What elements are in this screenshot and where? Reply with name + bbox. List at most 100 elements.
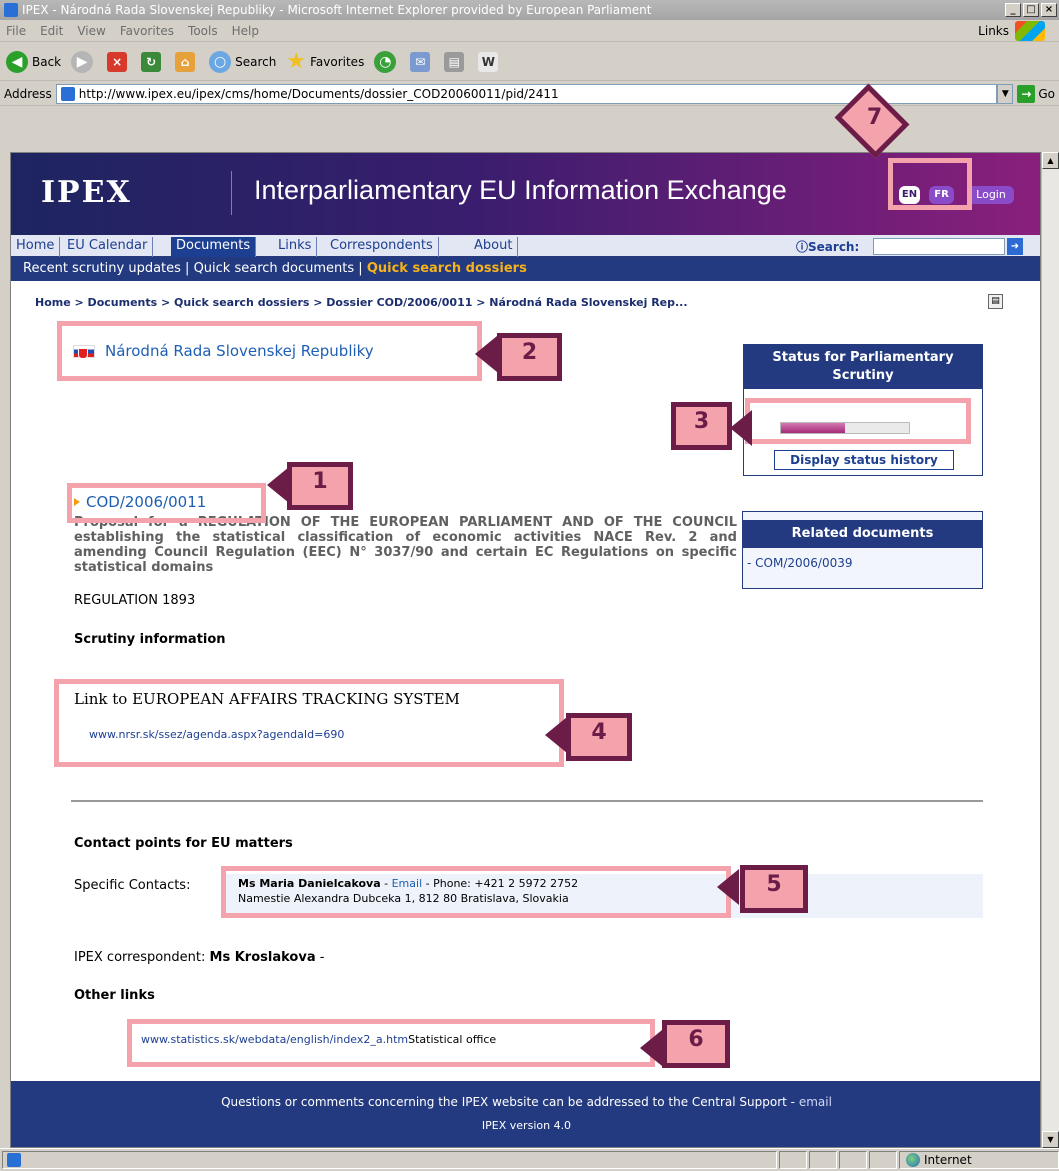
forward-button[interactable]: ▶: [71, 50, 97, 73]
mail-button[interactable]: ✉: [410, 51, 434, 72]
correspondent-name: Ms Kroslakova: [209, 950, 316, 965]
annotation-badge-6: 6: [662, 1020, 730, 1068]
breadcrumb[interactable]: Home > Documents > Quick search dossiers…: [35, 296, 688, 309]
footer-version: IPEX version 4.0: [481, 1119, 572, 1132]
magnifier-icon: ○: [209, 50, 232, 73]
status-cell: [779, 1151, 807, 1169]
vertical-scrollbar[interactable]: ▲ ▼: [1041, 152, 1059, 1148]
tab-correspondents[interactable]: Correspondents: [325, 237, 439, 257]
search-input[interactable]: [873, 238, 1005, 255]
tab-documents[interactable]: Documents: [171, 237, 257, 257]
annotation-badge-5: 5: [740, 865, 808, 913]
footer-email-link[interactable]: email: [799, 1095, 832, 1109]
favorites-button[interactable]: ★ Favorites: [286, 49, 364, 74]
globe-icon: [906, 1153, 920, 1167]
tab-about[interactable]: About: [469, 237, 519, 257]
ipex-header: IPEX Interparliamentary EU Information E…: [11, 153, 1040, 235]
sub-nav: Recent scrutiny updates | Quick search d…: [11, 257, 1040, 281]
security-zone: Internet: [899, 1151, 1059, 1169]
subnav-quick-search-documents[interactable]: Quick search documents: [194, 261, 355, 276]
status-cell: [839, 1151, 867, 1169]
tab-eu-calendar[interactable]: EU Calendar: [62, 237, 154, 257]
subnav-quick-search-dossiers[interactable]: Quick search dossiers: [367, 261, 527, 276]
footer-text: Questions or comments concerning the IPE…: [221, 1095, 799, 1109]
address-dropdown[interactable]: ▼: [997, 83, 1014, 104]
edit-button[interactable]: W: [478, 51, 502, 72]
home-button[interactable]: ⌂: [175, 51, 199, 72]
related-documents-title: Related documents: [743, 520, 982, 548]
menu-edit[interactable]: Edit: [40, 24, 63, 38]
annotation-highlight-4: [54, 679, 564, 767]
mail-icon: ✉: [410, 51, 431, 72]
annotation-badge-4: 4: [566, 713, 632, 761]
related-document-link[interactable]: - COM/2006/0039: [743, 548, 982, 570]
header-divider: [231, 171, 232, 215]
refresh-button[interactable]: ↻: [141, 51, 165, 72]
specific-contacts-label: Specific Contacts:: [74, 878, 191, 893]
print-button[interactable]: ▤: [444, 51, 468, 72]
menu-file[interactable]: File: [6, 24, 26, 38]
annotation-highlight-6: [127, 1019, 655, 1067]
display-status-history-button[interactable]: Display status history: [774, 450, 954, 470]
menu-tools[interactable]: Tools: [188, 24, 218, 38]
address-label: Address: [4, 86, 52, 101]
go-button[interactable]: → Go: [1017, 84, 1055, 103]
scroll-down-button[interactable]: ▼: [1042, 1131, 1059, 1148]
browser-statusbar: Internet: [0, 1148, 1059, 1171]
annotation-badge-2: 2: [497, 333, 562, 381]
printer-icon: ▤: [444, 51, 465, 72]
status-main: [2, 1151, 777, 1169]
annotation-arrow-4: [545, 717, 567, 753]
annotation-highlight-1: [67, 483, 266, 523]
menu-view[interactable]: View: [77, 24, 105, 38]
scroll-up-button[interactable]: ▲: [1042, 152, 1059, 169]
search-go-button[interactable]: ➜: [1007, 238, 1023, 255]
menu-favorites[interactable]: Favorites: [120, 24, 174, 38]
menu-bar: File Edit View Favorites Tools Help Link…: [0, 20, 1059, 42]
star-icon: ★: [286, 49, 307, 74]
section-divider: [71, 800, 983, 802]
annotation-badge-1: 1: [287, 462, 353, 510]
annotation-highlight-5: [221, 866, 731, 918]
annotation-arrow-6: [640, 1030, 662, 1066]
regulation-number: REGULATION 1893: [74, 593, 196, 608]
stop-button[interactable]: ×: [107, 51, 131, 72]
status-title: Status for Parliamentary Scrutiny: [744, 345, 982, 389]
page-status-icon: [7, 1153, 21, 1167]
refresh-icon: ↻: [141, 51, 162, 72]
page-viewport: IPEX Interparliamentary EU Information E…: [10, 152, 1041, 1148]
tab-links[interactable]: Links: [273, 237, 318, 257]
browser-toolbar: ◀ Back ▶ × ↻ ⌂ ○ Search ★ Favorites ◔ ✉ …: [0, 43, 1059, 81]
annotation-arrow-1: [267, 467, 289, 503]
annotation-arrow-5: [717, 869, 739, 905]
status-cell: [809, 1151, 837, 1169]
window-title: IPEX - Národná Rada Slovenskej Republiky…: [22, 3, 652, 17]
subnav-recent-updates[interactable]: Recent scrutiny updates: [23, 261, 181, 276]
close-button[interactable]: ×: [1041, 3, 1057, 17]
back-arrow-icon: ◀: [6, 50, 28, 73]
annotation-arrow-3: [730, 410, 752, 446]
contact-points-heading: Contact points for EU matters: [74, 836, 293, 851]
forward-arrow-icon: ▶: [71, 50, 94, 73]
address-bar: Address http://www.ipex.eu/ipex/cms/home…: [0, 82, 1059, 106]
maximize-button[interactable]: □: [1023, 3, 1039, 17]
annotation-highlight-3: [745, 398, 971, 444]
search-button[interactable]: ○ Search: [209, 50, 276, 73]
menu-help[interactable]: Help: [232, 24, 259, 38]
page-footer: Questions or comments concerning the IPE…: [11, 1081, 1040, 1147]
minimize-button[interactable]: _: [1005, 3, 1021, 17]
back-button[interactable]: ◀ Back: [6, 50, 61, 73]
window-titlebar: IPEX - Národná Rada Slovenskej Republiky…: [0, 0, 1059, 20]
proposal-title: Proposal for a REGULATION OF THE EUROPEA…: [74, 515, 737, 575]
frame-border: [0, 107, 10, 1149]
links-menu[interactable]: Links: [978, 24, 1009, 38]
login-button[interactable]: Login: [968, 186, 1014, 204]
print-page-icon[interactable]: ▤: [988, 294, 1003, 309]
tab-home[interactable]: Home: [11, 237, 61, 257]
history-button[interactable]: ◔: [374, 50, 400, 73]
annotation-badge-3: 3: [671, 402, 732, 450]
search-label: ⓘSearch:: [796, 240, 860, 254]
status-cell: [869, 1151, 897, 1169]
history-icon: ◔: [374, 50, 397, 73]
ipex-logo[interactable]: IPEX: [41, 175, 132, 210]
